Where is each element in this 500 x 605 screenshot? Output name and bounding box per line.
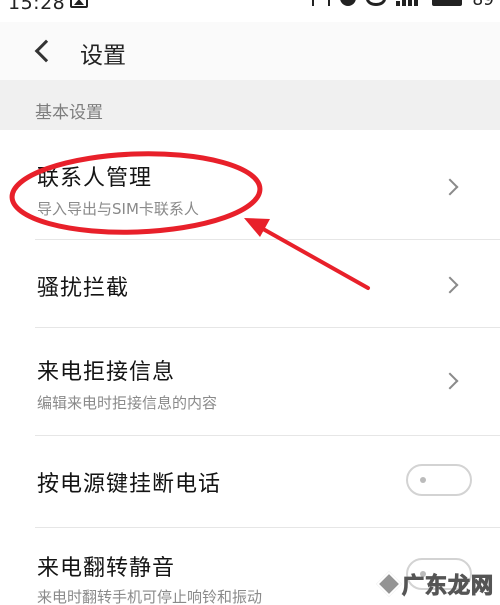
status-time: 15:28: [8, 0, 66, 14]
settings-row-power-key-hangup: 按电源键挂断电话: [0, 436, 500, 528]
battery-level: 89: [472, 0, 494, 10]
mute-icon: [312, 0, 331, 6]
watermark-text: 广东龙网: [401, 574, 494, 600]
settings-row-contacts-management[interactable]: 联系人管理 导入导出与SIM卡联系人: [0, 130, 500, 240]
row-subtitle: 编辑来电时拒接信息的内容: [37, 394, 218, 412]
chevron-right-icon: [441, 178, 459, 196]
section-header: 基本设置: [0, 80, 500, 130]
row-title: 来电拒接信息: [37, 360, 176, 385]
app-header: 设置: [0, 22, 500, 80]
signal-icon: [396, 0, 422, 6]
status-bar: 15:28 89: [0, 0, 500, 16]
chevron-right-icon: [441, 276, 459, 294]
page-title: 设置: [80, 43, 126, 69]
toggle-knob: [420, 477, 426, 483]
row-title: 骚扰拦截: [37, 276, 130, 301]
watermark-logo: [376, 571, 402, 597]
settings-row-reject-messages[interactable]: 来电拒接信息 编辑来电时拒接信息的内容: [0, 328, 500, 436]
row-subtitle: 来电时翻转手机可停止响铃和振动: [37, 588, 263, 605]
image-notification-icon: [70, 0, 88, 8]
row-title: 来电翻转静音: [37, 556, 176, 581]
back-arrow-icon[interactable]: [33, 41, 51, 59]
status-icons: 89: [312, 0, 494, 10]
wifi-icon: [366, 0, 387, 6]
power-key-hangup-toggle[interactable]: [406, 464, 472, 496]
row-subtitle: 导入导出与SIM卡联系人: [37, 200, 199, 218]
battery-icon: [432, 0, 463, 6]
row-title: 联系人管理: [37, 166, 153, 191]
section-title: 基本设置: [35, 103, 103, 123]
alarm-icon: [340, 0, 357, 6]
chevron-right-icon: [441, 372, 459, 390]
row-title: 按电源键挂断电话: [37, 472, 222, 497]
watermark: 广东龙网: [376, 569, 494, 600]
settings-row-harassment-blocking[interactable]: 骚扰拦截: [0, 240, 500, 328]
